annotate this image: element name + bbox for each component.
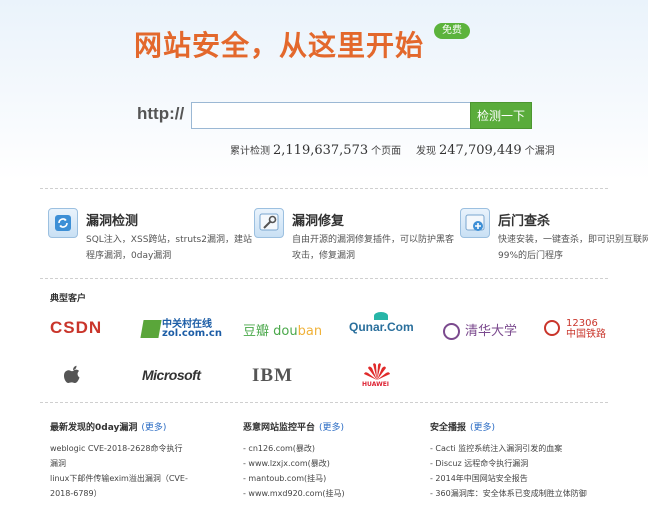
feature-title: 后门查杀 xyxy=(498,214,551,229)
column-list: - cn126.com(暴改) - www.lzxjx.com(暴改) - ma… xyxy=(243,441,433,501)
microsoft-logo: Microsoft xyxy=(142,367,201,383)
list-item[interactable]: - Cacti 监控系统注入漏洞引发的血案 xyxy=(430,441,620,456)
security-news-column: 安全播报 (更多) - Cacti 监控系统注入漏洞引发的血案 - Discuz … xyxy=(430,420,620,501)
stat-suffix: 个漏洞 xyxy=(524,146,555,157)
railway-12306-logo: 12306 中国铁路 xyxy=(544,318,606,340)
railway-text: 12306 中国铁路 xyxy=(566,318,606,340)
qunar-logo: Qunar.Com xyxy=(349,320,414,334)
vulns-found-stat: 发现 247,709,449 个漏洞 xyxy=(416,142,555,158)
column-list: - Cacti 监控系统注入漏洞引发的血案 - Discuz 远程命令执行漏洞 … xyxy=(430,441,620,501)
zeroday-column: 最新发现的0day漏洞 (更多) weblogic CVE-2018-2628命令… xyxy=(50,420,190,501)
qunar-bird-icon xyxy=(374,312,388,320)
customers-heading: 典型客户 xyxy=(50,294,87,304)
feature-desc: 自由开源的漏洞修复插件，可以防护黑客攻击，修复漏洞 xyxy=(292,235,455,261)
zol-logo-text: 中关村在线 zol.com.cn xyxy=(162,319,222,339)
list-item[interactable]: weblogic CVE-2018-2628命令执行漏洞 xyxy=(50,441,190,471)
railway-ring-icon xyxy=(544,320,560,336)
apple-logo-icon xyxy=(62,364,84,388)
douban-logo: 豆瓣 douban xyxy=(243,320,322,339)
column-title-text: 恶意网站监控平台 xyxy=(243,423,316,433)
tsinghua-logo: 清华大学 xyxy=(443,320,517,340)
scan-button[interactable]: 检测一下 xyxy=(470,102,532,129)
list-item[interactable]: linux下邮件传输exim溢出漏洞（CVE-2018-6789） xyxy=(50,471,190,501)
douban-en-text: ban xyxy=(297,324,323,339)
huawei-logo: HUAWEI xyxy=(362,381,390,388)
column-title: 最新发现的0day漏洞 (更多) xyxy=(50,420,190,433)
vulns-found-count: 247,709,449 xyxy=(439,143,522,158)
tsinghua-seal-icon xyxy=(443,323,460,340)
feature-desc: 快速安装，一键查杀，即可识别互联网99%的后门程序 xyxy=(498,235,648,261)
stat-suffix: 个页面 xyxy=(371,146,402,157)
zol-en-text: zol.com.cn xyxy=(162,327,222,339)
zol-logo-mark xyxy=(140,319,162,338)
pages-scanned-count: 2,119,637,573 xyxy=(273,143,369,158)
stat-prefix: 累计检测 xyxy=(230,146,270,157)
list-item[interactable]: - 360漏洞库：安全体系已变成制胜立体防御 xyxy=(430,486,620,501)
refresh-icon xyxy=(48,208,78,238)
more-link[interactable]: (更多) xyxy=(319,423,344,433)
list-item[interactable]: - 2014年中国网站安全报告 xyxy=(430,471,620,486)
column-title-text: 安全播报 xyxy=(430,423,467,433)
feature-desc: SQL注入，XSS跨站，struts2漏洞，建站程序漏洞，0day漏洞 xyxy=(86,235,252,261)
more-link[interactable]: (更多) xyxy=(470,423,495,433)
column-list: weblogic CVE-2018-2628命令执行漏洞 linux下邮件传输e… xyxy=(50,441,190,501)
csdn-logo: CSDN xyxy=(50,318,103,337)
huawei-flower-icon xyxy=(363,362,391,380)
list-item[interactable]: - cn126.com(暴改) xyxy=(243,441,433,456)
douban-cn-text: 豆瓣 xyxy=(243,324,270,339)
pages-scanned-stat: 累计检测 2,119,637,573 个页面 xyxy=(230,142,401,158)
divider xyxy=(40,278,608,279)
feature-title: 漏洞检测 xyxy=(86,214,139,229)
malicious-sites-column: 恶意网站监控平台 (更多) - cn126.com(暴改) - www.lzxjx… xyxy=(243,420,433,501)
free-badge: 免费 xyxy=(434,23,470,39)
ibm-logo: IBM xyxy=(252,365,293,386)
column-title: 恶意网站监控平台 (更多) xyxy=(243,420,433,433)
more-link[interactable]: (更多) xyxy=(141,423,166,433)
wrench-icon xyxy=(254,208,284,238)
url-input[interactable] xyxy=(191,102,482,129)
railway-number: 12306 xyxy=(566,318,598,329)
page-headline: 网站安全，从这里开始 xyxy=(134,29,425,62)
divider xyxy=(40,402,608,403)
column-title: 安全播报 (更多) xyxy=(430,420,620,433)
shield-plus-icon xyxy=(460,208,490,238)
list-item[interactable]: - www.lzxjx.com(暴改) xyxy=(243,456,433,471)
zol-logo: 中关村在线 zol.com.cn xyxy=(140,318,222,339)
railway-cn-text: 中国铁路 xyxy=(566,329,606,340)
list-item[interactable]: - Discuz 远程命令执行漏洞 xyxy=(430,456,620,471)
list-item[interactable]: - www.mxd920.com(挂马) xyxy=(243,486,433,501)
protocol-label: http:// xyxy=(137,104,185,123)
divider xyxy=(40,188,608,189)
list-item[interactable]: - mantoub.com(挂马) xyxy=(243,471,433,486)
tsinghua-text: 清华大学 xyxy=(465,324,518,339)
douban-en-text: dou xyxy=(273,324,298,339)
feature-title: 漏洞修复 xyxy=(292,214,345,229)
column-title-text: 最新发现的0day漏洞 xyxy=(50,423,138,433)
stat-prefix: 发现 xyxy=(416,146,436,157)
